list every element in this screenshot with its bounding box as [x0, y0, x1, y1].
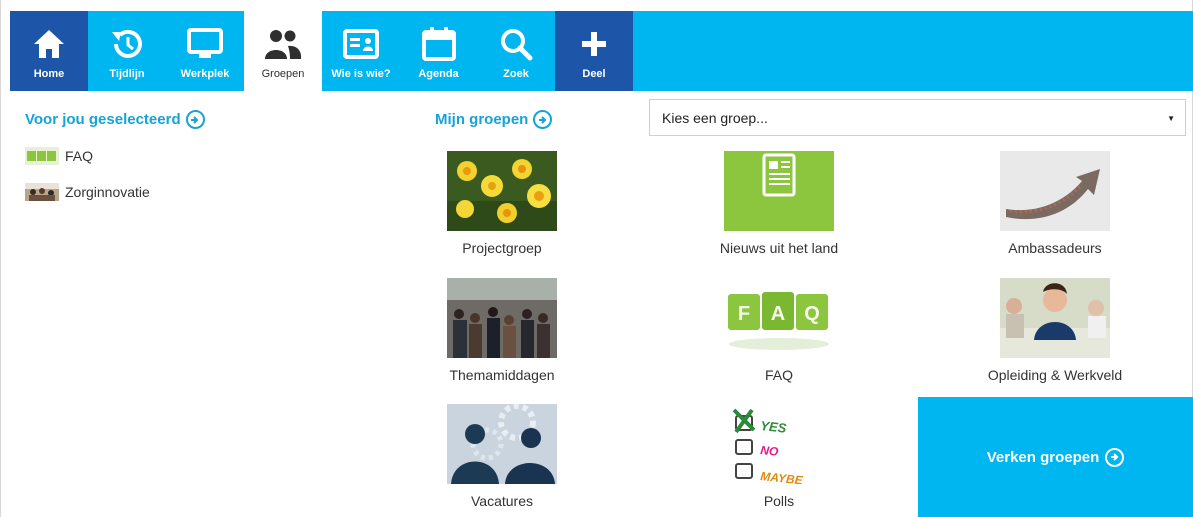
- my-groups-title[interactable]: Mijn groepen: [435, 110, 553, 129]
- group-tile-ambassadeurs[interactable]: Ambassadeurs: [925, 151, 1185, 256]
- nav-wie-is-wie[interactable]: Wie is wie?: [322, 11, 400, 91]
- group-name: Nieuws uit het land: [719, 240, 839, 256]
- caret-down-icon: ▼: [1167, 114, 1175, 123]
- plus-icon: [574, 24, 614, 64]
- nav-label: Deel: [582, 68, 606, 80]
- group-name: Ambassadeurs: [1008, 240, 1102, 256]
- calendar-icon: [419, 24, 459, 64]
- nav-label: Wie is wie?: [331, 68, 391, 80]
- group-name: Themamiddagen: [449, 367, 555, 383]
- nav-zoek[interactable]: Zoek: [477, 11, 555, 91]
- sidebar-item-zorginnovatie[interactable]: Zorginnovatie: [25, 183, 385, 201]
- nav-label: Zoek: [503, 68, 529, 80]
- group-name: Vacatures: [471, 493, 533, 509]
- sidebar-item-label: FAQ: [65, 148, 94, 164]
- faq-thumbnail: [25, 147, 59, 165]
- people-icon: [263, 24, 303, 64]
- selected-for-you-panel: Voor jou geselecteerd FAQ Zorginnovatie: [25, 110, 385, 201]
- monitor-icon: [185, 24, 225, 64]
- projectgroep-thumbnail: [447, 151, 557, 231]
- explore-groups-label: Verken groepen: [986, 448, 1100, 466]
- group-name: Projectgroep: [462, 240, 542, 256]
- opleiding-thumbnail: [1000, 278, 1110, 358]
- group-select[interactable]: Kies een groep... ▼: [649, 99, 1186, 136]
- group-tile-opleiding[interactable]: Opleiding & Werkveld: [925, 278, 1185, 383]
- home-icon: [29, 24, 69, 64]
- vacatures-thumbnail: [447, 404, 557, 484]
- poll-option-yes: YES: [760, 418, 788, 436]
- group-name: FAQ: [764, 367, 793, 383]
- zorginnovatie-thumbnail: [25, 183, 59, 201]
- contact-card-icon: [341, 24, 381, 64]
- nav-label: Tijdlijn: [109, 68, 145, 80]
- group-tile-vacatures[interactable]: Vacatures: [372, 404, 632, 509]
- faq-thumbnail: F A Q: [724, 278, 834, 358]
- nav-label: Home: [33, 68, 65, 80]
- my-groups-label: Mijn groepen: [435, 111, 529, 128]
- top-navigation: Home Tijdlijn Werkplek Groepen Wie is wi…: [10, 11, 1193, 91]
- poll-option-no: NO: [760, 443, 780, 459]
- group-tile-faq[interactable]: F A Q FAQ: [649, 278, 909, 383]
- nav-groepen[interactable]: Groepen: [244, 11, 322, 91]
- group-tile-nieuws[interactable]: Nieuws uit het land: [649, 151, 909, 256]
- nieuws-thumbnail: [724, 151, 834, 231]
- svg-text:Q: Q: [804, 303, 820, 325]
- nav-label: Werkplek: [180, 68, 230, 80]
- nav-home[interactable]: Home: [10, 11, 88, 91]
- arrow-right-circle-icon: [185, 110, 205, 129]
- svg-text:F: F: [738, 303, 750, 325]
- arrow-right-circle-icon: [1105, 447, 1125, 467]
- group-select-value: Kies een groep...: [662, 109, 768, 126]
- sidebar-item-faq[interactable]: FAQ: [25, 147, 385, 165]
- group-tile-polls[interactable]: YES NO MAYBE Polls: [649, 404, 909, 509]
- nav-deel[interactable]: Deel: [555, 11, 633, 91]
- group-name: Polls: [763, 493, 795, 509]
- selected-for-you-label: Voor jou geselecteerd: [25, 111, 181, 128]
- svg-text:A: A: [771, 303, 785, 325]
- arrow-right-circle-icon: [533, 110, 553, 129]
- nav-label: Groepen: [261, 68, 305, 80]
- history-icon: [107, 24, 147, 64]
- group-tile-projectgroep[interactable]: Projectgroep: [372, 151, 632, 256]
- group-name: Opleiding & Werkveld: [987, 367, 1123, 383]
- themamiddagen-thumbnail: [447, 278, 557, 358]
- nav-werkplek[interactable]: Werkplek: [166, 11, 244, 91]
- nav-tijdlijn[interactable]: Tijdlijn: [88, 11, 166, 91]
- group-tile-themamiddagen[interactable]: Themamiddagen: [372, 278, 632, 383]
- explore-groups-button[interactable]: Verken groepen: [918, 397, 1193, 517]
- nav-label: Agenda: [418, 68, 459, 80]
- ambassadeurs-thumbnail: [1000, 151, 1110, 231]
- sidebar-item-label: Zorginnovatie: [65, 184, 150, 200]
- polls-thumbnail: YES NO MAYBE: [724, 404, 834, 484]
- selected-for-you-title[interactable]: Voor jou geselecteerd: [25, 110, 385, 129]
- nav-agenda[interactable]: Agenda: [400, 11, 477, 91]
- search-icon: [496, 24, 536, 64]
